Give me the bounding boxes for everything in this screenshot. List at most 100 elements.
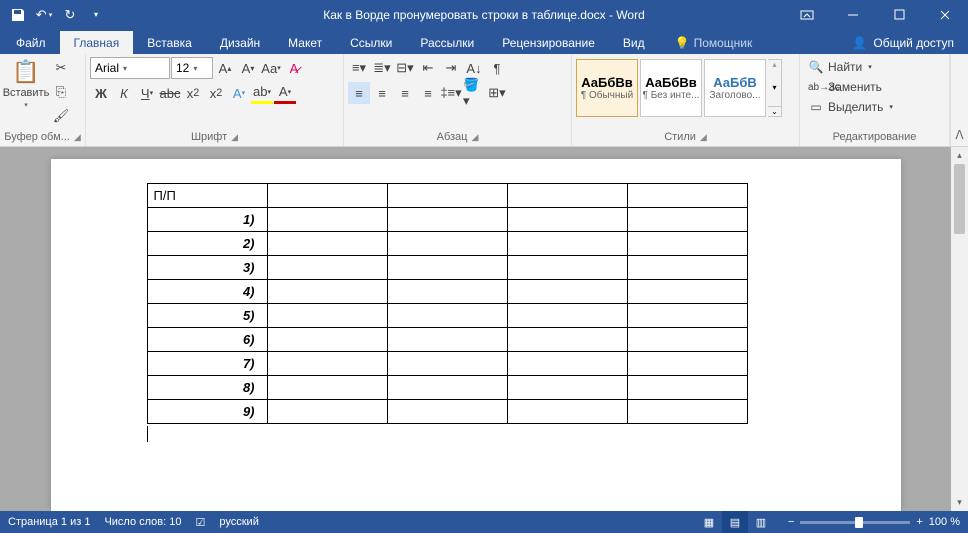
group-font-label: Шрифт — [191, 131, 227, 143]
zoom-value[interactable]: 100 % — [929, 516, 960, 528]
title-bar: ↶▾ ↻ ▾ Как в Ворде пронумеровать строки … — [0, 0, 968, 29]
qat-customize[interactable]: ▾ — [84, 3, 108, 27]
tell-me-label: Помощник — [694, 36, 753, 50]
vertical-scrollbar[interactable]: ▴ ▾ — [951, 147, 968, 511]
style-name: ¶ Без инте... — [641, 90, 701, 101]
page: П/П1)2)3)4)5)6)7)8)9) — [51, 159, 901, 511]
tab-mailings[interactable]: Рассылки — [406, 31, 488, 54]
scroll-track[interactable] — [951, 164, 968, 494]
text-effects-button[interactable]: A▾ — [228, 82, 250, 104]
tab-design[interactable]: Дизайн — [206, 31, 274, 54]
status-bar: Страница 1 из 1 Число слов: 10 ☑ русский… — [0, 511, 968, 533]
page-status[interactable]: Страница 1 из 1 — [8, 516, 90, 528]
highlight-button[interactable]: ab▾ — [251, 82, 273, 104]
superscript-button[interactable]: x2 — [205, 82, 227, 104]
styles-up-button[interactable]: ▴ — [768, 60, 781, 69]
scroll-down-button[interactable]: ▾ — [951, 494, 968, 511]
find-button[interactable]: 🔍Найти▾ — [804, 57, 897, 77]
styles-down-button[interactable]: ▾ — [768, 83, 781, 92]
justify-button[interactable]: ≡ — [417, 82, 439, 104]
share-button[interactable]: 👤 Общий доступ — [838, 32, 968, 54]
style-sample: АаБбВв — [581, 75, 633, 90]
zoom-in-button[interactable]: + — [916, 516, 922, 528]
format-painter-button[interactable]: 🖌 — [50, 105, 72, 127]
shading-button[interactable]: 🪣▾ — [463, 82, 485, 104]
subscript-button[interactable]: x2 — [182, 82, 204, 104]
tell-me[interactable]: 💡 Помощник — [667, 32, 761, 54]
tab-file[interactable]: Файл — [2, 31, 60, 54]
share-label: Общий доступ — [873, 36, 954, 50]
print-layout-button[interactable]: ▤ — [722, 511, 748, 533]
save-button[interactable] — [6, 3, 30, 27]
replace-icon: ab→ac — [808, 82, 824, 93]
dialog-launcher-icon[interactable]: ◢ — [231, 132, 238, 143]
underline-button[interactable]: Ч▾ — [136, 82, 158, 104]
bullets-button[interactable]: ≡▾ — [348, 57, 370, 79]
read-mode-button[interactable]: ▦ — [696, 511, 722, 533]
ribbon-options-button[interactable] — [784, 0, 830, 29]
web-layout-button[interactable]: ▥ — [748, 511, 774, 533]
replace-label: Заменить — [828, 80, 882, 94]
line-spacing-button[interactable]: ‡≡▾ — [440, 82, 462, 104]
multilevel-button[interactable]: ⊟▾ — [394, 57, 416, 79]
clear-formatting-button[interactable]: A̷ — [283, 57, 305, 79]
minimize-button[interactable] — [830, 0, 876, 29]
tab-references[interactable]: Ссылки — [336, 31, 406, 54]
zoom-slider[interactable] — [800, 521, 910, 524]
clipboard-icon: 📋 — [12, 59, 39, 85]
strikethrough-button[interactable]: abc — [159, 82, 181, 104]
tab-review[interactable]: Рецензирование — [488, 31, 609, 54]
align-left-button[interactable]: ≡ — [348, 82, 370, 104]
style-normal[interactable]: АаБбВв ¶ Обычный — [576, 59, 638, 117]
decrease-indent-button[interactable]: ⇤ — [417, 57, 439, 79]
styles-more-button[interactable]: ⌄ — [768, 106, 781, 116]
undo-button[interactable]: ↶▾ — [32, 3, 56, 27]
group-font: Arial▾ 12▾ A▴ A▾ Aa▾ A̷ Ж К Ч▾ abc x2 x2… — [86, 54, 344, 146]
style-nospacing[interactable]: АаБбВв ¶ Без инте... — [640, 59, 702, 117]
dialog-launcher-icon[interactable]: ◢ — [700, 132, 707, 143]
change-case-button[interactable]: Aa▾ — [260, 57, 282, 79]
copy-button[interactable]: ⎘ — [50, 81, 72, 103]
sort-button[interactable]: A↓ — [463, 57, 485, 79]
align-center-button[interactable]: ≡ — [371, 82, 393, 104]
maximize-button[interactable] — [876, 0, 922, 29]
ribbon-tabs: Файл Главная Вставка Дизайн Макет Ссылки… — [0, 29, 968, 54]
cut-button[interactable]: ✂ — [50, 57, 72, 79]
tab-insert[interactable]: Вставка — [133, 31, 206, 54]
grow-font-button[interactable]: A▴ — [214, 57, 236, 79]
select-button[interactable]: ▭Выделить▾ — [804, 97, 897, 117]
group-styles-label: Стили — [664, 131, 696, 143]
close-button[interactable] — [922, 0, 968, 29]
style-heading1[interactable]: АаБбВ Заголово... — [704, 59, 766, 117]
font-name-combo[interactable]: Arial▾ — [90, 57, 170, 79]
zoom-out-button[interactable]: − — [788, 516, 794, 528]
tab-home[interactable]: Главная — [60, 31, 134, 54]
page-canvas[interactable]: П/П1)2)3)4)5)6)7)8)9) — [0, 147, 951, 511]
shrink-font-button[interactable]: A▾ — [237, 57, 259, 79]
align-right-button[interactable]: ≡ — [394, 82, 416, 104]
replace-button[interactable]: ab→ac Заменить — [804, 77, 897, 97]
numbering-button[interactable]: ≣▾ — [371, 57, 393, 79]
zoom-handle[interactable] — [855, 517, 863, 528]
scroll-thumb[interactable] — [954, 164, 965, 234]
dialog-launcher-icon[interactable]: ◢ — [74, 132, 81, 143]
borders-button[interactable]: ⊞▾ — [486, 82, 508, 104]
collapse-ribbon-button[interactable]: ᐱ — [950, 54, 968, 146]
italic-button[interactable]: К — [113, 82, 135, 104]
document-table[interactable]: П/П1)2)3)4)5)6)7)8)9) — [147, 183, 748, 424]
show-marks-button[interactable]: ¶ — [486, 57, 508, 79]
dialog-launcher-icon[interactable]: ◢ — [471, 132, 478, 143]
tab-layout[interactable]: Макет — [274, 31, 336, 54]
paste-button[interactable]: 📋 Вставить ▾ — [4, 57, 48, 130]
word-count[interactable]: Число слов: 10 — [104, 516, 181, 528]
scroll-up-button[interactable]: ▴ — [951, 147, 968, 164]
language-status[interactable]: русский — [219, 516, 258, 528]
tab-view[interactable]: Вид — [609, 31, 659, 54]
bold-button[interactable]: Ж — [90, 82, 112, 104]
proofing-icon[interactable]: ☑ — [196, 516, 206, 529]
font-size-combo[interactable]: 12▾ — [171, 57, 213, 79]
increase-indent-button[interactable]: ⇥ — [440, 57, 462, 79]
font-color-button[interactable]: A▾ — [274, 82, 296, 104]
paste-label: Вставить — [3, 87, 50, 99]
redo-button[interactable]: ↻ — [58, 3, 82, 27]
